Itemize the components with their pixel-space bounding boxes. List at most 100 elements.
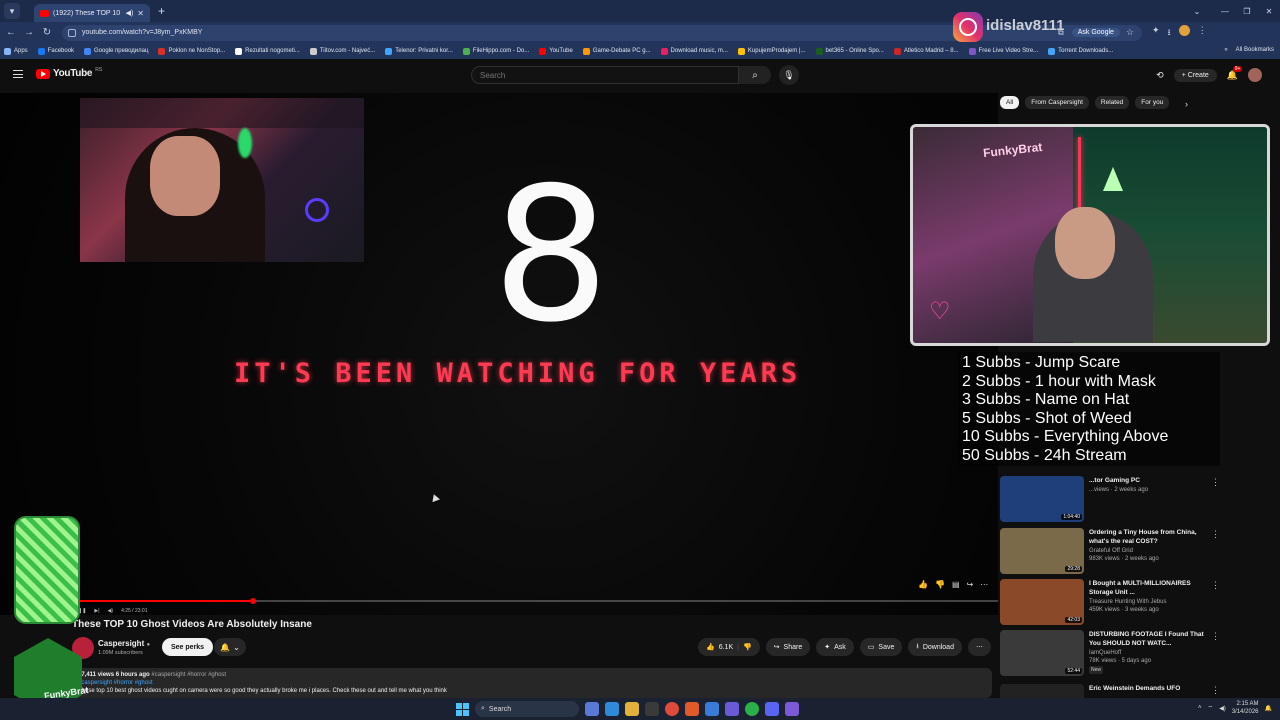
video-title[interactable]: DISTURBING FOOTAGE I Found That You SHOU… [1089,630,1210,648]
bookmark-item[interactable]: Torrent Downloads... [1048,47,1113,55]
chip-related[interactable]: Related [1094,96,1130,109]
video-thumbnail[interactable]: 1:04:40 [1000,476,1084,522]
more-options-icon[interactable]: ⋮ [1211,581,1220,590]
more-options-icon[interactable]: ⋮ [1211,478,1220,487]
chrome-icon[interactable] [665,702,679,716]
description-box[interactable]: 57,411 views 6 hours ago #caspersight #h… [72,668,992,698]
file-explorer-icon[interactable] [625,702,639,716]
edge-icon[interactable] [605,702,619,716]
recommended-video[interactable]: 42:03 I Bought a MULTI-MILLIONAIRES Stora… [1000,579,1220,625]
tray-overflow-icon[interactable]: ˄ [1198,705,1202,711]
video-thumbnail[interactable]: 42:03 [1000,579,1084,625]
chip-from-channel[interactable]: From Caspersight [1025,96,1089,109]
chevron-right-icon[interactable]: › [1185,99,1188,109]
notifications-icon[interactable]: 🔔 [1265,705,1272,712]
video-title[interactable]: Eric Weinstein Demands UFO [1089,684,1210,693]
chip-all[interactable]: All [1000,96,1020,109]
video-thumbnail[interactable]: 29:28 [1000,528,1084,574]
recommended-video[interactable]: 52:44 DISTURBING FOOTAGE I Found That You… [1000,630,1220,676]
chip-for-you[interactable]: For you [1135,96,1170,109]
channel-name[interactable]: Caspersight ● [98,639,150,648]
taskbar-search[interactable]: ⌕ Search [475,701,579,717]
bookmark-item[interactable]: Google преводилац [84,47,148,55]
chevron-down-icon[interactable]: ⌄ [1186,0,1208,22]
more-options-icon[interactable]: ⋮ [1211,530,1220,539]
search-input[interactable]: Search [471,66,739,84]
thumbs-down-icon[interactable]: 👎 [935,580,945,589]
back-button[interactable]: ← [4,27,18,38]
account-avatar[interactable] [1248,68,1262,82]
bookmark-item[interactable]: FileHippo.com - Do... [462,47,529,55]
close-window-button[interactable]: ✕ [1258,0,1280,22]
volume-icon[interactable]: ◀) [1219,705,1226,712]
browser-tab[interactable]: (1922) These TOP 10 Ghost ◀) ✕ [34,4,150,22]
video-channel[interactable]: Treasure Hunting With Jebus [1089,598,1210,606]
bookmark-item[interactable]: Rezultati nogometi... [235,47,300,55]
bookmark-item[interactable]: Atletico Madrid – 8... [893,47,959,55]
video-channel[interactable]: IamQueHoff [1089,649,1210,657]
video-thumbnail[interactable]: 52:44 [1000,630,1084,676]
video-title[interactable]: ...tor Gaming PC [1089,476,1210,485]
next-icon[interactable]: ▶| [94,608,99,614]
description-tags[interactable]: #caspersight #horror #ghost [78,679,986,687]
bookmark-item[interactable]: Tiitov.com - Najveć... [309,47,375,55]
reload-button[interactable]: ↻ [40,27,54,38]
bookmark-item[interactable]: bet365 - Online Spo... [815,47,884,55]
bookmark-item[interactable]: Game-Debate PC g... [582,47,651,55]
bookmark-item[interactable]: Free Live Video Stre... [968,47,1038,55]
video-title[interactable]: I Bought a MULTI-MILLIONAIRES Storage Un… [1089,579,1210,597]
app-icon[interactable] [705,702,719,716]
extensions-icon[interactable]: ✦ [1152,25,1160,41]
new-tab-button[interactable]: + [158,4,165,18]
like-button[interactable]: 👍 6.1K | 👎 [698,638,760,656]
bookmark-item[interactable]: Poklon ne NonStop... [158,47,225,55]
bookmark-item[interactable]: YouTube [539,47,573,55]
more-options-icon[interactable]: ⋮ [1211,632,1220,641]
speaker-icon[interactable]: ◀) [126,9,134,17]
forward-button[interactable]: → [22,27,36,38]
site-info-icon[interactable] [68,28,76,37]
bookmarks-overflow-icon[interactable]: » [1224,47,1227,53]
save-button[interactable]: ▭ Save [859,638,903,656]
more-options-icon[interactable]: ⋮ [1211,686,1220,695]
close-tab-icon[interactable]: ✕ [137,9,144,18]
more-icon[interactable]: ⋯ [980,580,988,589]
create-button[interactable]: + Create [1173,68,1217,82]
clock[interactable]: 2:15 AM 3/14/2026 [1232,700,1259,716]
spotify-icon[interactable] [745,702,759,716]
restore-button[interactable]: ❐ [1236,0,1258,22]
recommended-video[interactable]: 29:28 Ordering a Tiny House from China, w… [1000,528,1220,574]
copilot-icon[interactable] [585,702,599,716]
progress-scrubber[interactable] [249,598,256,604]
video-player[interactable]: 8 IT'S BEEN WATCHING FOR YEARS 👍 👎 ▤ ↪ ⋯… [0,93,998,615]
downloads-icon[interactable]: ⭳ [1168,25,1171,41]
windows-start-icon[interactable] [456,702,469,716]
thumbs-up-icon[interactable]: 👍 [918,580,928,589]
progress-bar[interactable] [78,598,998,604]
network-icon[interactable]: ⌔ [1208,704,1214,712]
comment-icon[interactable]: ▤ [952,580,960,589]
bookmark-item[interactable]: Apps [4,47,28,55]
video-title[interactable]: Ordering a Tiny House from China, what's… [1089,528,1210,546]
subscription-bell-button[interactable]: 🔔 ⌄ [214,638,246,656]
bookmark-item[interactable]: Telenor: Privatni kor... [385,47,453,55]
share-icon[interactable]: ↪ [967,580,974,589]
video-channel[interactable]: Grateful Off Grid [1089,547,1210,555]
menu-hamburger-icon[interactable] [13,70,23,78]
discord-icon[interactable] [765,702,779,716]
more-actions-button[interactable]: ⋯ [967,638,991,656]
minimize-button[interactable]: — [1214,0,1236,22]
teams-icon[interactable] [725,702,739,716]
store-icon[interactable] [645,702,659,716]
profile-avatar[interactable] [1178,24,1190,36]
ask-button[interactable]: ✦ Ask [816,638,854,656]
search-button[interactable]: ⌕ [739,66,771,84]
brave-icon[interactable] [685,702,699,716]
voice-search-button[interactable]: 🎙 [779,65,799,85]
volume-icon[interactable]: ◀) [108,608,114,614]
cast-icon[interactable]: ⟲ [1156,70,1164,81]
ask-google-button[interactable]: Ask Google [1071,28,1120,37]
youtube-logo[interactable]: YouTube RS [36,67,102,79]
see-perks-button[interactable]: See perks [162,638,214,656]
tab-search-button[interactable]: ▾ [4,3,20,19]
